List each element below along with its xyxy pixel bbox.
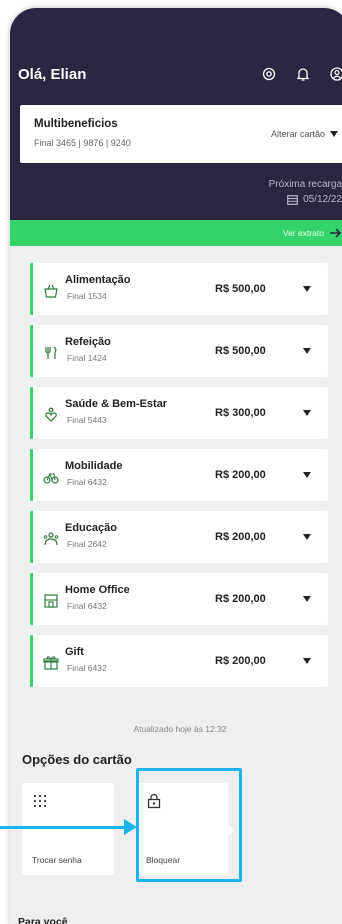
card-options-title: Opções do cartão [22, 752, 132, 767]
next-recharge-label: Próxima recarga [268, 179, 342, 190]
caret-down-icon[interactable] [303, 348, 311, 354]
bell-icon[interactable] [292, 63, 314, 85]
eye-icon[interactable] [258, 63, 280, 85]
benefit-item-educacao[interactable]: Educação Final 2642 R$ 200,00 [30, 511, 328, 563]
benefit-final: Final 1534 [67, 291, 107, 301]
benefit-final: Final 6432 [67, 477, 107, 487]
caret-down-icon[interactable] [303, 534, 311, 540]
caret-down-icon[interactable] [303, 658, 311, 664]
benefit-title: Alimentação [65, 274, 131, 286]
benefit-item-gift[interactable]: Gift Final 6432 R$ 200,00 [30, 635, 328, 687]
annotation-arrow-line [0, 826, 126, 829]
benefit-final: Final 5443 [67, 415, 107, 425]
benefit-value: R$ 500,00 [215, 345, 266, 357]
card-selector[interactable]: Multibeneficios Final 3465 | 9876 | 9240… [20, 105, 342, 163]
caret-down-icon[interactable] [303, 472, 311, 478]
keypad-icon [33, 794, 47, 808]
benefit-value: R$ 500,00 [215, 283, 266, 295]
benefit-title: Saúde & Bem-Estar [65, 398, 168, 410]
change-card-button[interactable]: Alterar cartão [271, 129, 338, 139]
benefit-final: Final 6432 [67, 663, 107, 673]
caret-down-icon[interactable] [303, 596, 311, 602]
benefit-value: R$ 200,00 [215, 593, 266, 605]
education-icon [43, 532, 59, 546]
gift-icon [43, 656, 59, 670]
benefit-value: R$ 200,00 [215, 469, 266, 481]
option-notch [227, 823, 234, 837]
change-password-label: Trocar senha [32, 855, 82, 865]
health-icon [45, 407, 57, 422]
change-password-option[interactable]: Trocar senha [22, 783, 114, 875]
benefit-title: Refeição [65, 336, 111, 348]
card-finals: Final 3465 | 9876 | 9240 [34, 138, 131, 148]
view-statement-label: Ver extrato [282, 228, 324, 238]
calendar-icon [287, 194, 298, 205]
benefit-item-alimentacao[interactable]: Alimentação Final 1534 R$ 500,00 [30, 263, 328, 315]
updated-timestamp: Atualizado hoje às 12:32 [133, 724, 227, 734]
basket-icon [44, 284, 58, 298]
header-icons [258, 63, 342, 85]
benefit-title: Home Office [65, 584, 130, 596]
bicycle-icon [43, 473, 59, 484]
benefit-item-home-office[interactable]: Home Office Final 6432 R$ 200,00 [30, 573, 328, 625]
benefit-title: Mobilidade [65, 460, 123, 472]
benefit-item-mobilidade[interactable]: Mobilidade Final 6432 R$ 200,00 [30, 449, 328, 501]
card-name: Multibeneficios [34, 118, 118, 130]
block-card-label: Bloquear [146, 855, 181, 865]
benefit-value: R$ 200,00 [215, 531, 266, 543]
benefit-item-refeicao[interactable]: Refeição Final 1424 R$ 500,00 [30, 325, 328, 377]
benefit-item-saude[interactable]: Saúde & Bem-Estar Final 5443 R$ 300,00 [30, 387, 328, 439]
recharge-date-text: 05/12/22 [303, 194, 342, 205]
user-icon[interactable] [326, 63, 342, 85]
caret-down-icon[interactable] [303, 410, 311, 416]
greeting-text: Olá, Elian [18, 66, 87, 83]
benefit-value: R$ 300,00 [215, 407, 266, 419]
view-statement-link[interactable]: Ver extrato [10, 220, 342, 246]
building-icon [44, 594, 58, 608]
caret-down-icon [330, 131, 338, 137]
block-card-option[interactable]: Bloquear [136, 783, 234, 875]
app-header: Olá, Elian Multibeneficios Final 3465 | … [10, 8, 342, 220]
benefit-value: R$ 200,00 [215, 655, 266, 667]
lock-icon [147, 793, 161, 809]
cutlery-icon [45, 346, 57, 359]
benefit-title: Educação [65, 522, 117, 534]
benefit-final: Final 6432 [67, 601, 107, 611]
benefit-final: Final 2642 [67, 539, 107, 549]
for-you-title: Para você [18, 916, 68, 924]
benefit-title: Gift [65, 646, 84, 658]
benefit-final: Final 1424 [67, 353, 107, 363]
benefit-list: Alimentação Final 1534 R$ 500,00 Refeiçã… [30, 263, 328, 697]
phone-screen: Olá, Elian Multibeneficios Final 3465 | … [10, 8, 342, 924]
annotation-arrow-head [124, 819, 137, 835]
change-card-label: Alterar cartão [270, 129, 325, 139]
next-recharge-date: 05/12/22 [287, 194, 342, 205]
arrow-right-icon [330, 228, 342, 238]
caret-down-icon[interactable] [303, 286, 311, 292]
